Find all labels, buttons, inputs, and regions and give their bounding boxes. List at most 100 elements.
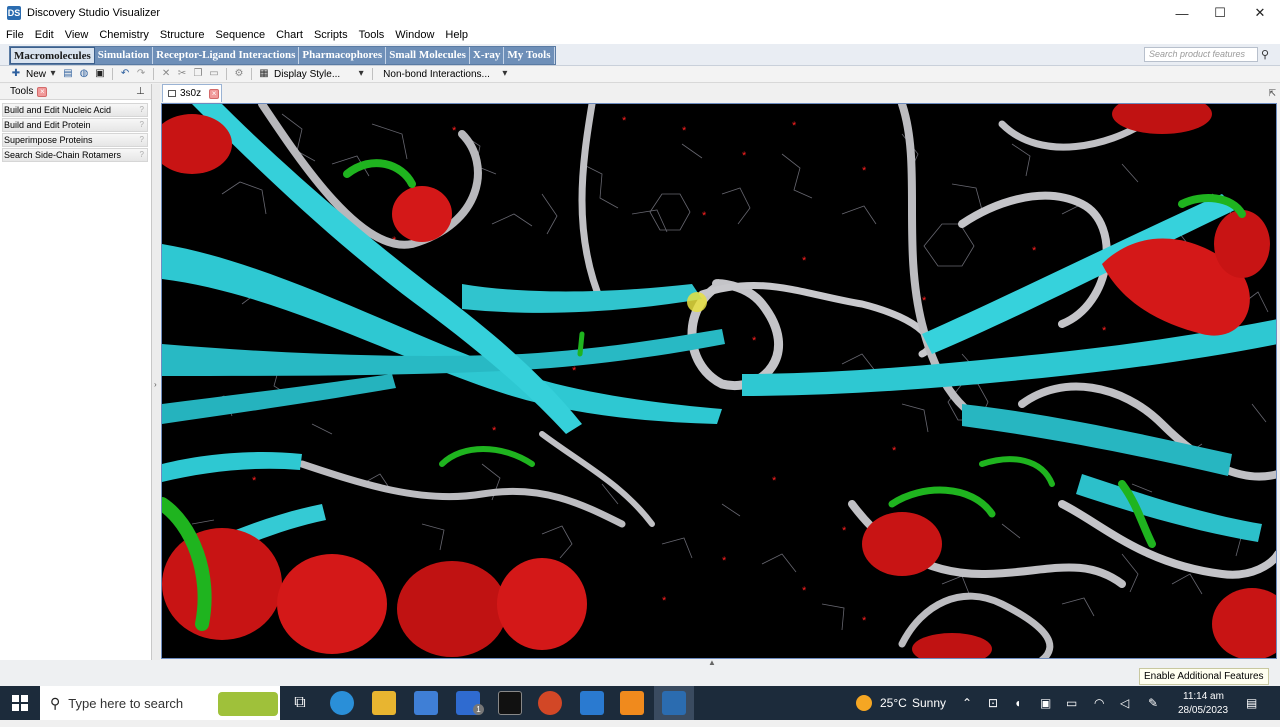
paste-icon[interactable]: ▭ — [208, 68, 220, 80]
delete-icon[interactable]: ✕ — [160, 68, 172, 80]
task-view-icon[interactable]: ⧉ — [288, 691, 312, 715]
volume-icon[interactable]: ◁ — [1120, 686, 1129, 720]
menu-scripts[interactable]: Scripts — [308, 29, 353, 41]
tool-label: Build and Edit Nucleic Acid — [4, 105, 112, 115]
open-icon[interactable]: ▤ — [62, 68, 74, 80]
save-icon[interactable]: ▣ — [94, 68, 106, 80]
open-url-icon[interactable]: ◍ — [78, 68, 90, 80]
weather-text[interactable]: Sunny — [912, 686, 946, 720]
notifications-icon[interactable]: ▤ — [1246, 686, 1257, 720]
tab-my-tools[interactable]: My Tools — [504, 47, 555, 64]
file-explorer-icon[interactable] — [372, 691, 396, 715]
svg-text:*: * — [682, 125, 687, 137]
help-icon[interactable]: ? — [140, 119, 144, 131]
edge-browser-icon[interactable] — [330, 691, 354, 715]
battery-icon[interactable]: ▭ — [1066, 686, 1077, 720]
molecule-3d-view[interactable]: **** **** **** **** **** **** — [161, 103, 1277, 659]
remote-desktop-icon[interactable] — [580, 691, 604, 715]
svg-text:*: * — [702, 210, 707, 222]
menu-structure[interactable]: Structure — [154, 29, 210, 41]
new-icon: ✚ — [11, 68, 21, 79]
menu-file[interactable]: File — [0, 29, 29, 41]
toolbar-divider — [226, 68, 228, 80]
svg-text:*: * — [252, 475, 257, 487]
collapse-arrow-icon[interactable]: › — [154, 380, 157, 389]
tab-receptor-ligand[interactable]: Receptor-Ligand Interactions — [153, 47, 300, 64]
expand-panel-icon[interactable]: ▲ — [708, 658, 716, 667]
nonbond-interactions-button[interactable]: Non-bond Interactions... — [383, 69, 490, 80]
search-icon[interactable]: ⚲ — [1261, 48, 1269, 61]
menu-window[interactable]: Window — [389, 29, 439, 41]
tool-build-nucleic-acid[interactable]: Build and Edit Nucleic Acid? — [2, 103, 148, 117]
tool-label: Build and Edit Protein — [4, 120, 91, 130]
start-button[interactable] — [0, 686, 40, 720]
tools-panel-title: Tools — [10, 86, 34, 97]
close-tools-panel-icon[interactable]: × — [37, 86, 48, 97]
redo-icon[interactable]: ↷ — [135, 68, 147, 80]
app-orange-icon[interactable] — [620, 691, 644, 715]
menu-help[interactable]: Help — [439, 29, 473, 41]
weather-temp[interactable]: 25°C — [880, 686, 907, 720]
discovery-studio-icon[interactable] — [662, 691, 686, 715]
minimize-button[interactable]: — — [1162, 0, 1202, 26]
svg-text:*: * — [922, 295, 927, 307]
help-icon[interactable]: ? — [140, 149, 144, 161]
meet-now-icon[interactable]: ⊡ — [988, 686, 998, 720]
menu-sequence[interactable]: Sequence — [210, 29, 271, 41]
tool-label: Superimpose Proteins — [4, 135, 93, 145]
undo-icon[interactable]: ↶ — [119, 68, 131, 80]
microphone-icon[interactable]: ◖ — [1014, 686, 1021, 720]
tab-pharmacophores[interactable]: Pharmacophores — [299, 47, 387, 64]
document-tabs: 3s0z × ⇱ — [160, 84, 1280, 102]
close-button[interactable]: ✕ — [1240, 0, 1280, 26]
menu-chart[interactable]: Chart — [270, 29, 308, 41]
tab-simulation[interactable]: Simulation — [95, 47, 154, 64]
menu-view[interactable]: View — [59, 29, 94, 41]
svg-text:*: * — [862, 615, 867, 627]
pen-icon[interactable]: ✎ — [1148, 686, 1158, 720]
terminal-icon[interactable] — [498, 691, 522, 715]
pin-icon[interactable]: ⊥ — [136, 86, 145, 97]
store-icon[interactable] — [414, 691, 438, 715]
new-button[interactable]: New — [26, 69, 46, 80]
protein-structure-render: **** **** **** **** **** **** — [162, 104, 1276, 658]
menu-chemistry[interactable]: Chemistry — [93, 29, 154, 41]
maximize-view-icon[interactable]: ⇱ — [1268, 88, 1276, 99]
cut-icon[interactable]: ✂ — [176, 68, 188, 80]
tab-x-ray[interactable]: X-ray — [470, 47, 505, 64]
beta-sheets — [162, 104, 1276, 572]
maximize-button[interactable]: ☐ — [1200, 0, 1240, 26]
copy-icon[interactable]: ❐ — [192, 68, 204, 80]
clock-date[interactable]: 28/05/2023 — [1178, 693, 1228, 727]
search-icon: ⚲ — [50, 694, 61, 711]
feature-search-input[interactable]: Search product features — [1144, 47, 1258, 62]
help-icon[interactable]: ? — [140, 104, 144, 116]
windows-logo-icon — [12, 695, 28, 711]
sun-weather-icon — [856, 695, 872, 711]
tab-small-molecules[interactable]: Small Molecules — [386, 47, 470, 64]
document-tab[interactable]: 3s0z × — [162, 84, 222, 102]
taskbar-search[interactable]: ⚲ Type here to search — [40, 686, 280, 720]
tab-macromolecules[interactable]: Macromolecules — [10, 47, 95, 64]
close-document-icon[interactable]: × — [209, 88, 220, 99]
new-dropdown-icon[interactable]: ▾ — [48, 68, 58, 80]
tool-search-rotamers[interactable]: Search Side-Chain Rotamers? — [2, 148, 148, 162]
display-style-dropdown-icon[interactable]: ▾ — [356, 68, 366, 80]
settings-icon[interactable]: ⚙ — [233, 68, 245, 80]
toolbar-divider — [112, 68, 114, 80]
menu-tools[interactable]: Tools — [353, 29, 390, 41]
search-highlight-icon — [218, 692, 278, 716]
panel-splitter[interactable]: › — [152, 84, 160, 660]
wifi-icon[interactable]: ◠ — [1094, 686, 1104, 720]
chevron-up-icon[interactable]: ⌃ — [962, 686, 972, 720]
screen-icon[interactable]: ▣ — [1040, 686, 1051, 720]
tool-build-protein[interactable]: Build and Edit Protein? — [2, 118, 148, 132]
display-style-button[interactable]: Display Style... — [274, 69, 340, 80]
help-icon[interactable]: ? — [140, 134, 144, 146]
menu-edit[interactable]: Edit — [29, 29, 59, 41]
nonbond-dropdown-icon[interactable]: ▾ — [500, 68, 510, 80]
svg-text:*: * — [792, 120, 797, 132]
window-title: Discovery Studio Visualizer — [27, 7, 161, 19]
tool-superimpose-proteins[interactable]: Superimpose Proteins? — [2, 133, 148, 147]
powerpoint-icon[interactable] — [538, 691, 562, 715]
